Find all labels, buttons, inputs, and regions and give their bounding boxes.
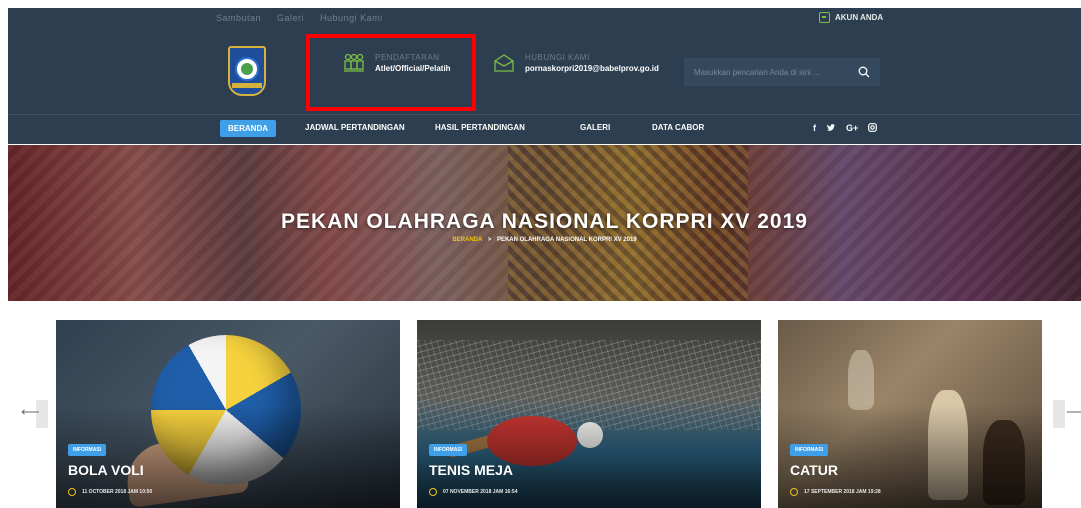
- hero-banner: PEKAN OLAHRAGA NASIONAL KORPRI XV 2019 B…: [8, 145, 1081, 301]
- breadcrumb-current: PEKAN OLAHRAGA NASIONAL KORPRI XV 2019: [496, 237, 637, 243]
- instagram-icon[interactable]: [868, 123, 878, 134]
- card-date: 11 OCTOBER 2018 JAM 10:50: [68, 488, 152, 496]
- card-date-text: 11 OCTOBER 2018 JAM 10:50: [82, 489, 153, 495]
- clock-icon: [429, 488, 437, 496]
- top-link-sambutan[interactable]: Sambutan: [216, 13, 261, 23]
- news-card[interactable]: INFORMASI CATUR 17 SEPTEMBER 2018 JAM 19…: [778, 320, 1042, 508]
- card-overlay: [417, 320, 761, 508]
- contact-heading: HUBUNGI KAMI: [525, 53, 590, 62]
- account-link[interactable]: AKUN ANDA: [819, 12, 883, 23]
- category-badge[interactable]: INFORMASI: [68, 444, 107, 456]
- breadcrumb-home[interactable]: BERANDA: [452, 237, 482, 243]
- nav-beranda[interactable]: BERANDA: [220, 120, 276, 137]
- card-date-text: 07 NOVEMBER 2018 JAM 16:54: [443, 489, 518, 495]
- twitter-icon[interactable]: [826, 123, 836, 134]
- slider-next-button[interactable]: [1053, 400, 1065, 428]
- top-bar: Sambutan Galeri Hubungi Kami AKUN ANDA: [8, 8, 1081, 30]
- news-card[interactable]: INFORMASI BOLA VOLI 11 OCTOBER 2018 JAM …: [56, 320, 400, 508]
- mail-icon: [494, 54, 514, 72]
- nav-galeri[interactable]: GALERI: [580, 123, 610, 132]
- card-date: 07 NOVEMBER 2018 JAM 16:54: [429, 488, 517, 496]
- category-badge[interactable]: INFORMASI: [429, 444, 468, 456]
- account-label: AKUN ANDA: [835, 13, 884, 22]
- news-card[interactable]: INFORMASI TENIS MEJA 07 NOVEMBER 2018 JA…: [417, 320, 761, 508]
- card-overlay: [56, 320, 400, 508]
- top-link-hubungi-kami[interactable]: Hubungi Kami: [320, 13, 383, 23]
- google-plus-icon[interactable]: G+: [846, 123, 858, 134]
- top-link-galeri[interactable]: Galeri: [277, 13, 304, 23]
- card-title[interactable]: BOLA VOLI: [68, 462, 144, 478]
- card-date: 17 SEPTEMBER 2018 JAM 19:28: [790, 488, 881, 496]
- card-title[interactable]: CATUR: [790, 462, 838, 478]
- search-input[interactable]: [694, 67, 858, 77]
- site-logo[interactable]: [228, 46, 266, 96]
- contact-link[interactable]: HUBUNGI KAMI pornaskorpri2019@babelprov.…: [493, 53, 659, 73]
- logo-ribbon: [232, 83, 262, 88]
- main-nav: BERANDA JADWAL PERTANDINGAN HASIL PERTAN…: [8, 114, 1081, 144]
- card-overlay: [778, 320, 1042, 508]
- clock-icon: [790, 488, 798, 496]
- nav-hasil-pertandingan[interactable]: HASIL PERTANDINGAN: [435, 123, 525, 132]
- nav-data-cabor[interactable]: DATA CABOR: [652, 123, 704, 132]
- login-icon: [819, 12, 830, 23]
- top-links: Sambutan Galeri Hubungi Kami: [216, 13, 383, 23]
- contact-email: pornaskorpri2019@babelprov.go.id: [525, 64, 659, 73]
- facebook-icon[interactable]: f: [813, 123, 816, 134]
- search-box: [684, 58, 880, 86]
- breadcrumb-separator: >: [487, 237, 492, 243]
- arrow-right-icon[interactable]: ⟶: [1066, 404, 1081, 420]
- arrow-left-icon[interactable]: ⟵: [21, 404, 40, 420]
- card-date-text: 17 SEPTEMBER 2018 JAM 19:28: [804, 489, 881, 495]
- search-icon[interactable]: [858, 66, 870, 78]
- highlight-box: [306, 34, 476, 111]
- card-title[interactable]: TENIS MEJA: [429, 462, 513, 478]
- hero-title: PEKAN OLAHRAGA NASIONAL KORPRI XV 2019: [281, 210, 808, 233]
- breadcrumb: BERANDA > PEKAN OLAHRAGA NASIONAL KORPRI…: [8, 237, 1081, 243]
- clock-icon: [68, 488, 76, 496]
- social-links: f G+: [813, 123, 878, 134]
- logo-emblem: [235, 57, 259, 81]
- site-header: PENDAFTARAN Atlet/Official/Pelatih HUBUN…: [8, 30, 1081, 114]
- category-badge[interactable]: INFORMASI: [790, 444, 829, 456]
- nav-jadwal-pertandingan[interactable]: JADWAL PERTANDINGAN: [305, 123, 405, 132]
